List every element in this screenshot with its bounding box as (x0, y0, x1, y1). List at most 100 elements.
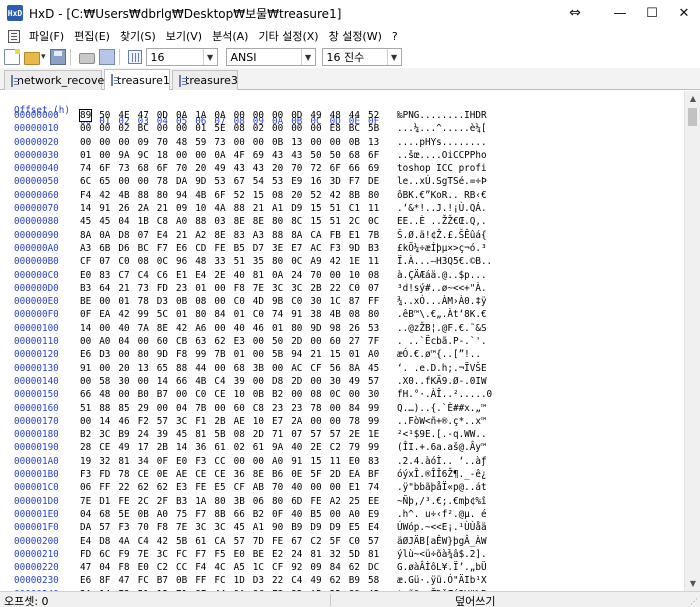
hex-byte[interactable]: C4 (291, 575, 302, 586)
hex-byte[interactable]: 00 (214, 403, 225, 414)
hex-byte[interactable]: 00 (330, 416, 341, 427)
hex-byte[interactable]: FF (195, 575, 206, 586)
hex-byte[interactable]: 00 (214, 283, 225, 294)
hex-byte[interactable]: B6 (272, 469, 283, 480)
hex-byte[interactable]: FC (214, 575, 225, 586)
hex-byte[interactable]: 67 (291, 536, 302, 547)
hex-byte[interactable]: 62 (349, 562, 360, 573)
hex-byte[interactable]: E7 (291, 243, 302, 254)
hex-byte[interactable]: CF (310, 363, 321, 374)
hex-byte[interactable]: F1 (195, 416, 206, 427)
hex-byte[interactable]: 2F (157, 496, 168, 507)
hex-byte[interactable]: C0 (234, 296, 245, 307)
hex-byte[interactable]: 08 (234, 429, 245, 440)
hex-byte[interactable]: 00 (157, 403, 168, 414)
decoded-text[interactable]: (ÎI.+.6a.aš@.Ây™ (397, 442, 487, 453)
hex-byte[interactable]: 7E (176, 522, 187, 533)
hex-byte[interactable]: 59 (195, 137, 206, 148)
hex-byte[interactable]: 71 (272, 429, 283, 440)
hex-byte[interactable]: 0F (80, 309, 91, 320)
hex-byte[interactable]: 00 (272, 123, 283, 134)
hex-byte[interactable]: 57 (330, 429, 341, 440)
hex-byte[interactable]: 00 (118, 389, 129, 400)
hex-byte[interactable]: 8A (291, 230, 302, 241)
hex-byte[interactable]: 0D (291, 110, 302, 121)
resize-grip-icon[interactable]: ⋰ (690, 597, 698, 606)
hex-byte[interactable]: 04 (80, 509, 91, 520)
hex-byte[interactable]: 6C (80, 176, 91, 187)
hex-byte[interactable]: 60 (234, 403, 245, 414)
hex-byte[interactable]: 9D (157, 349, 168, 360)
hex-byte[interactable]: C8 (253, 403, 264, 414)
hex-byte[interactable]: 80 (272, 216, 283, 227)
hex-byte[interactable]: 0C (330, 389, 341, 400)
hex-byte[interactable]: 58 (368, 575, 379, 586)
hex-byte[interactable]: AC (310, 243, 321, 254)
hex-byte[interactable]: 48 (330, 110, 341, 121)
hex-byte[interactable]: 80 (272, 256, 283, 267)
decoded-text[interactable]: ..FòW<ñ+®.ç*..x™ (397, 416, 487, 427)
hex-byte[interactable]: 6B (99, 243, 110, 254)
hex-byte[interactable]: 70 (310, 270, 321, 281)
hex-byte[interactable]: E3 (234, 336, 245, 347)
hex-byte[interactable]: FC (176, 549, 187, 560)
hex-byte[interactable]: 0A (214, 110, 225, 121)
hex-byte[interactable]: 2C (138, 496, 149, 507)
hex-byte[interactable]: 8E (157, 323, 168, 334)
hex-byte[interactable]: A2 (195, 230, 206, 241)
hex-byte[interactable]: CE (138, 469, 149, 480)
hex-byte[interactable]: 11 (368, 203, 379, 214)
menu-help[interactable]: ? (387, 30, 403, 43)
hex-byte[interactable]: 42 (330, 190, 341, 201)
decoded-text[interactable]: .êB™\.€„.Àt‘8K.€ (397, 309, 487, 320)
hex-byte[interactable]: 0F (272, 509, 283, 520)
hex-byte[interactable]: 0E (291, 469, 302, 480)
hex-byte[interactable]: 52 (368, 110, 379, 121)
hex-byte[interactable]: CE (214, 389, 225, 400)
decoded-text[interactable]: toshop ICC profi (397, 163, 487, 174)
hex-byte[interactable]: 0C (291, 256, 302, 267)
hex-byte[interactable]: 43 (234, 163, 245, 174)
decoded-text[interactable]: .h^. u÷‹f².@µ. é (397, 509, 487, 520)
hex-byte[interactable]: 6D (291, 496, 302, 507)
hex-byte[interactable]: 30 (118, 376, 129, 387)
hex-byte[interactable]: CF (272, 562, 283, 573)
hex-byte[interactable]: 81 (253, 270, 264, 281)
hex-byte[interactable]: E1 (349, 230, 360, 241)
hex-byte[interactable]: A0 (176, 216, 187, 227)
hex-byte[interactable]: 3C (291, 283, 302, 294)
hex-byte[interactable]: C0 (253, 309, 264, 320)
hex-byte[interactable]: 49 (310, 110, 321, 121)
hex-byte[interactable]: A0 (157, 509, 168, 520)
hex-byte[interactable]: E4 (195, 270, 206, 281)
hex-byte[interactable]: E0 (138, 562, 149, 573)
hex-byte[interactable]: 15 (253, 190, 264, 201)
hex-byte[interactable]: 08 (234, 123, 245, 134)
hex-byte[interactable]: 80 (157, 190, 168, 201)
hex-byte[interactable]: 23 (176, 283, 187, 294)
hex-byte[interactable]: FD (157, 283, 168, 294)
hex-byte[interactable]: 79 (349, 442, 360, 453)
hex-byte[interactable]: A2 (330, 496, 341, 507)
hex-byte[interactable]: 66 (349, 163, 360, 174)
hex-byte[interactable]: D1 (99, 496, 110, 507)
hex-byte[interactable]: 46 (118, 416, 129, 427)
hex-byte[interactable]: 00 (253, 110, 264, 121)
decoded-text[interactable]: .2.4.àóÌ.. ‘..àƒ (397, 456, 487, 467)
hex-byte[interactable]: 68 (234, 363, 245, 374)
decoded-text[interactable]: ôBK.€”KoR.. RB‹€ (397, 190, 487, 201)
decoded-text[interactable]: ..@zŽB¦.@F.€.˜&S (397, 323, 487, 334)
hex-byte[interactable]: F9 (118, 549, 129, 560)
hex-byte[interactable]: 7E (138, 549, 149, 560)
hex-byte[interactable]: FD (99, 469, 110, 480)
hex-byte[interactable]: CC (214, 456, 225, 467)
hex-byte[interactable]: 01 (80, 150, 91, 161)
hex-byte[interactable]: 21 (310, 349, 321, 360)
hex-byte[interactable]: 00 (138, 376, 149, 387)
hex-byte[interactable]: 1B (138, 216, 149, 227)
hex-byte[interactable]: DE (368, 176, 379, 187)
hex-byte[interactable]: 91 (291, 456, 302, 467)
hex-byte[interactable]: 01 (195, 123, 206, 134)
hex-byte[interactable]: B3 (80, 283, 91, 294)
hex-byte[interactable]: FC (138, 575, 149, 586)
